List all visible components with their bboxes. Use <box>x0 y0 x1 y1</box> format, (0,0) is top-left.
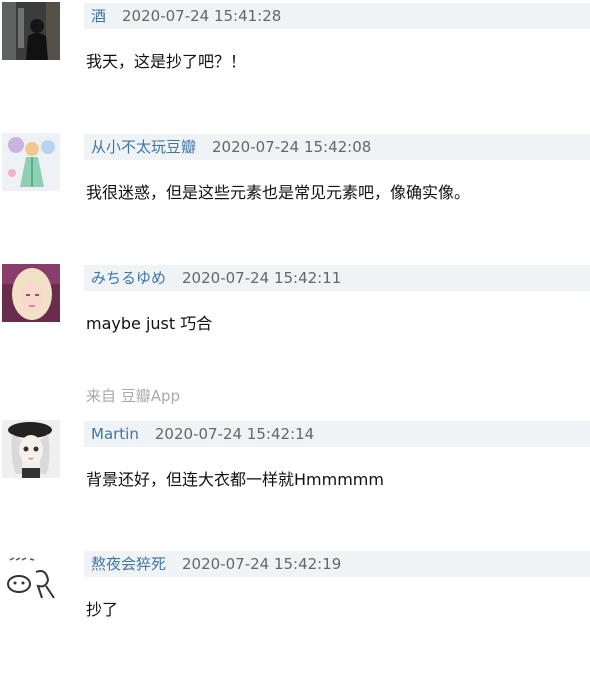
comment-timestamp: 2020-07-24 15:42:14 <box>154 425 315 443</box>
avatar[interactable] <box>2 550 60 608</box>
avatar[interactable] <box>2 264 60 322</box>
comment-text: 我天，这是抄了吧？！ <box>86 52 247 71</box>
comment-text: 我很迷惑，但是这些元素也是常见元素吧，像确实像。 <box>86 183 471 202</box>
comment-author-link[interactable]: 酒 <box>91 7 106 25</box>
comment-meta: 从小不太玩豆瓣 2020-07-24 15:42:08 <box>84 134 590 160</box>
comment-meta: Martin 2020-07-24 15:42:14 <box>84 421 590 447</box>
comment-text: 抄了 <box>86 600 119 619</box>
anime-girl-beret-avatar-icon <box>2 420 60 478</box>
avatar[interactable] <box>2 2 60 60</box>
comment-meta: みちるゆめ 2020-07-24 15:42:11 <box>84 265 590 291</box>
comment-text: maybe just 巧合 <box>86 314 213 333</box>
comment-meta: 熬夜会猝死 2020-07-24 15:42:19 <box>84 551 590 577</box>
avatar[interactable] <box>2 133 60 191</box>
comment-author-link[interactable]: みちるゆめ <box>91 269 166 287</box>
comment-timestamp: 2020-07-24 15:42:11 <box>182 269 342 287</box>
comment-author-link[interactable]: 熬夜会猝死 <box>91 555 166 573</box>
fairy-figure-avatar-icon <box>2 133 60 191</box>
comment-meta: 酒 2020-07-24 15:41:28 <box>84 3 590 29</box>
comment-timestamp: 2020-07-24 15:42:08 <box>212 138 372 156</box>
comment-author-link[interactable]: 从小不太玩豆瓣 <box>91 138 196 156</box>
blonde-girl-avatar-icon <box>2 264 60 322</box>
comment-source: 来自 豆瓣App <box>86 387 181 405</box>
comment-timestamp: 2020-07-24 15:42:19 <box>182 555 342 573</box>
comment-timestamp: 2020-07-24 15:41:28 <box>122 7 282 25</box>
comment-text: 背景还好，但连大衣都一样就Hmmmmm <box>86 470 384 489</box>
avatar[interactable] <box>2 420 60 478</box>
comment-author-link[interactable]: Martin <box>91 425 139 443</box>
doodle-sketch-avatar-icon <box>2 550 60 608</box>
dark-silhouette-avatar-icon <box>2 2 60 60</box>
